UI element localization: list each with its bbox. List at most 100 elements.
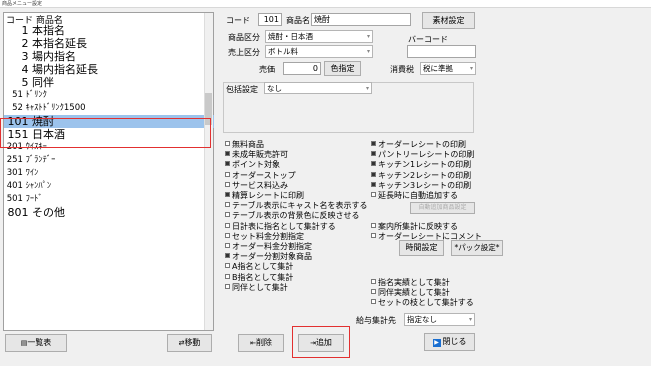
- unchecked-box-icon[interactable]: [371, 223, 376, 228]
- checked-box-icon[interactable]: [225, 161, 230, 167]
- list-item[interactable]: 4 場内指名延長: [4, 63, 214, 76]
- salary-select[interactable]: 指定なし: [404, 313, 475, 326]
- unchecked-box-icon[interactable]: [371, 279, 376, 284]
- unchecked-box-icon[interactable]: [225, 273, 230, 279]
- unchecked-box-icon[interactable]: [225, 263, 230, 269]
- option-checkbox[interactable]: セット料金分割指定: [225, 232, 304, 242]
- option-checkbox[interactable]: キッチン1レシートの印刷: [371, 160, 471, 170]
- move-button[interactable]: ⇄移動: [167, 334, 212, 352]
- delete-button[interactable]: ⇤削除: [238, 334, 284, 352]
- unchecked-box-icon[interactable]: [225, 202, 230, 208]
- option-checkbox[interactable]: A指名として集計: [225, 262, 293, 272]
- code-field[interactable]: 101: [258, 13, 282, 26]
- unchecked-box-icon[interactable]: [225, 181, 230, 187]
- code-label: コード: [226, 16, 250, 25]
- list-item[interactable]: 3 場内指名: [4, 50, 214, 63]
- option-checkbox[interactable]: オーダー分割対象商品: [225, 252, 312, 262]
- unchecked-box-icon[interactable]: [371, 233, 376, 239]
- name-label: 商品名: [286, 16, 310, 25]
- list-scrollbar[interactable]: [204, 13, 213, 330]
- unchecked-box-icon[interactable]: [225, 212, 230, 218]
- pack-setting-button[interactable]: *パック設定*: [451, 240, 503, 256]
- option-checkbox[interactable]: 同伴実績として集計: [371, 288, 450, 298]
- option-label: セット料金分割指定: [232, 231, 304, 241]
- option-checkbox[interactable]: オーダー料金分割指定: [225, 242, 312, 252]
- option-checkbox[interactable]: 指名実績として集計: [371, 278, 450, 288]
- sales-category-select[interactable]: ボトル料: [265, 45, 373, 58]
- unchecked-box-icon[interactable]: [371, 289, 376, 295]
- checked-box-icon[interactable]: [225, 151, 230, 157]
- option-checkbox[interactable]: サービス料込み: [225, 181, 288, 191]
- list-item[interactable]: 301 ﾜｲﾝ: [4, 167, 214, 180]
- checked-box-icon[interactable]: [371, 141, 376, 146]
- option-checkbox[interactable]: 同伴として集計: [225, 283, 288, 293]
- add-button[interactable]: ⇥追加: [298, 334, 344, 352]
- delete-label: 削除: [255, 338, 272, 347]
- unchecked-box-icon[interactable]: [225, 171, 230, 177]
- unchecked-box-icon[interactable]: [371, 299, 376, 305]
- barcode-label: バーコード: [408, 35, 448, 44]
- list-item[interactable]: 401 ｼｬﾝﾊﾟﾝ: [4, 180, 214, 193]
- unchecked-box-icon[interactable]: [225, 141, 230, 146]
- name-field[interactable]: 焼酎: [311, 13, 411, 26]
- unchecked-box-icon[interactable]: [225, 243, 230, 248]
- unchecked-box-icon[interactable]: [225, 222, 230, 228]
- option-label: 日計表に指名として集計する: [232, 221, 336, 231]
- option-checkbox[interactable]: セットの枝として集計する: [371, 298, 474, 308]
- tax-select[interactable]: 税に準拠: [420, 62, 476, 75]
- list-item[interactable]: 52 ｷｬｽﾄﾄﾞﾘﾝｸ1500: [4, 102, 214, 115]
- list-item[interactable]: 251 ﾌﾞﾗﾝﾃﾞｰ: [4, 154, 214, 167]
- option-label: キッチン1レシートの印刷: [378, 160, 472, 170]
- close-button[interactable]: ▶ 閉じる: [424, 333, 475, 351]
- option-checkbox[interactable]: テーブル表示の背景色に反映させる: [225, 211, 360, 221]
- list-view-label: 一覧表: [27, 338, 52, 347]
- option-checkbox[interactable]: 精算レシートに印刷: [225, 191, 304, 201]
- auto-add-product-button[interactable]: 自動追加商品設定: [410, 202, 475, 214]
- option-label: 精算レシートに印刷: [232, 191, 304, 200]
- checked-box-icon[interactable]: [371, 171, 376, 177]
- color-setting-button[interactable]: 色指定: [324, 61, 361, 76]
- option-checkbox[interactable]: テーブル表示にキャスト名を表示する: [225, 201, 368, 211]
- unchecked-box-icon[interactable]: [225, 283, 230, 289]
- option-label: キッチン3レシートの印刷: [378, 180, 472, 190]
- selection-highlight-box: [0, 118, 211, 148]
- unchecked-box-icon[interactable]: [371, 192, 376, 197]
- option-label: ポイント対象: [232, 160, 280, 170]
- option-label: セットの枝として集計する: [378, 298, 474, 308]
- list-item[interactable]: 2 本指名延長: [4, 37, 214, 50]
- checked-box-icon[interactable]: [225, 253, 230, 259]
- option-checkbox[interactable]: B指名として集計: [225, 273, 293, 283]
- price-field[interactable]: 0: [283, 62, 321, 75]
- option-label: 同伴実績として集計: [378, 288, 450, 298]
- checked-box-icon[interactable]: [371, 151, 376, 157]
- list-view-button[interactable]: ▤一覧表: [5, 334, 67, 352]
- unchecked-box-icon[interactable]: [225, 232, 230, 238]
- option-label: キッチン2レシートの印刷: [378, 170, 472, 180]
- option-checkbox[interactable]: キッチン3レシートの印刷: [371, 181, 471, 191]
- option-checkbox[interactable]: オーダーレシートの印刷: [371, 140, 466, 150]
- barcode-field[interactable]: [407, 45, 476, 58]
- time-setting-button[interactable]: 時間設定: [399, 240, 444, 256]
- checked-box-icon[interactable]: [371, 181, 376, 187]
- option-checkbox[interactable]: 延長時に自動追加する: [371, 191, 458, 201]
- list-item[interactable]: 501 ﾌｰﾄﾞ: [4, 193, 214, 206]
- category-select[interactable]: 焼酎・日本酒: [265, 30, 373, 43]
- material-setting-button[interactable]: 素材設定: [422, 12, 475, 29]
- option-checkbox[interactable]: 無料商品: [225, 140, 264, 150]
- option-checkbox[interactable]: オーダーストップ: [225, 171, 296, 181]
- checked-box-icon[interactable]: [371, 161, 376, 167]
- list-item[interactable]: 1 本指名: [4, 24, 214, 37]
- package-select[interactable]: なし: [264, 82, 372, 94]
- list-item[interactable]: 51 ﾄﾞﾘﾝｸ: [4, 89, 214, 102]
- option-checkbox[interactable]: 案内所集計に反映する: [371, 222, 458, 232]
- sales-category-label: 売上区分: [228, 48, 260, 57]
- option-checkbox[interactable]: 日計表に指名として集計する: [225, 222, 336, 232]
- option-checkbox[interactable]: パントリーレシートの印刷: [371, 150, 474, 160]
- option-checkbox[interactable]: ポイント対象: [225, 160, 280, 170]
- option-checkbox[interactable]: 未成年販売許可: [225, 150, 288, 160]
- list-item[interactable]: 5 同伴: [4, 76, 214, 89]
- category-label: 商品区分: [228, 33, 260, 42]
- option-checkbox[interactable]: キッチン2レシートの印刷: [371, 171, 471, 181]
- list-item[interactable]: 801 その他: [4, 206, 214, 219]
- checked-box-icon[interactable]: [225, 192, 230, 197]
